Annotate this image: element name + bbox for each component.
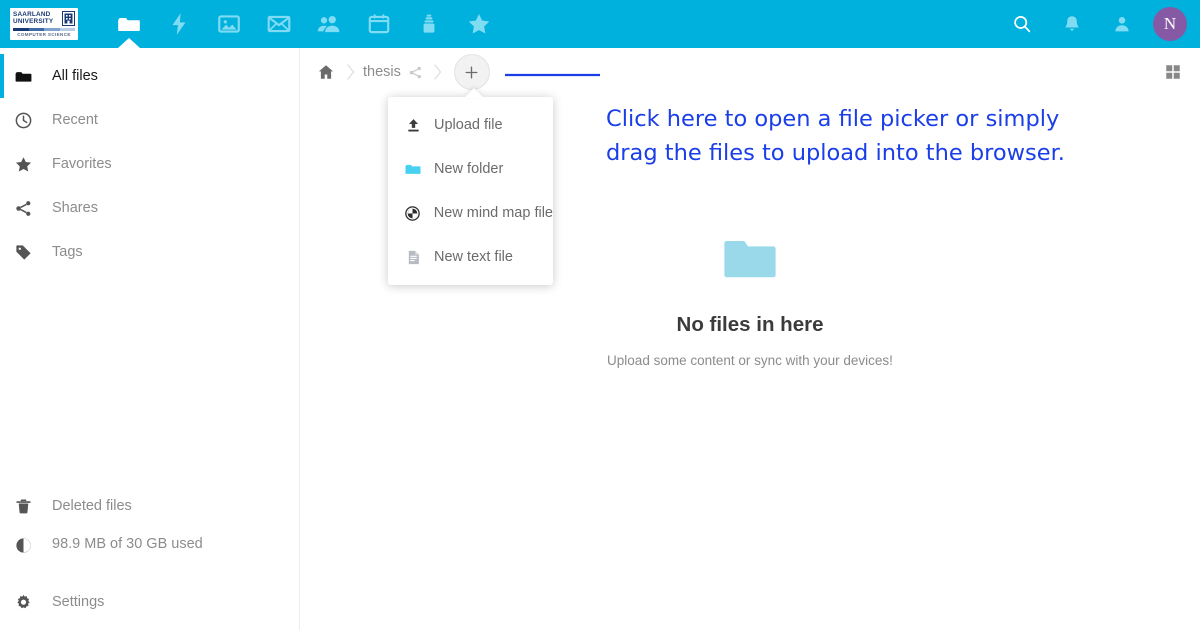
text-file-icon [400, 249, 426, 266]
active-app-indicator [118, 38, 140, 48]
sidebar-item-label: Shares [52, 200, 98, 216]
breadcrumb-share-icon[interactable] [404, 65, 428, 80]
deck-app[interactable] [404, 0, 454, 48]
plus-icon [465, 66, 478, 78]
notifications-button[interactable] [1047, 0, 1097, 48]
sidebar-item-settings[interactable]: Settings [0, 580, 300, 624]
files-app[interactable] [104, 0, 154, 48]
sidebar-item-shares[interactable]: Shares [0, 186, 299, 230]
sidebar-item-label: Favorites [52, 156, 112, 172]
quota-label: 98.9 MB of 30 GB used [52, 536, 203, 552]
app-sidebar: All files Recent Favorites Shares Tags D… [0, 48, 300, 630]
contacts-menu-button[interactable] [1097, 0, 1147, 48]
app-header: SAARLAND UNIVERSITY COMPUTER SCIENCE N [0, 0, 1200, 48]
logo-subtitle: COMPUTER SCIENCE [17, 31, 71, 37]
chevron-right-icon [428, 63, 448, 81]
menu-item-label: Upload file [434, 117, 503, 133]
lightning-bolt-icon [172, 13, 186, 35]
search-button[interactable] [997, 0, 1047, 48]
clock-icon [14, 111, 44, 130]
annotation-text: Click here to open a file picker or simp… [606, 102, 1076, 170]
annotation-line-2: drag the files to upload into the browse… [606, 140, 1065, 166]
header-actions: N [997, 0, 1200, 48]
menu-item-new-mind-map-file[interactable]: New mind map file [388, 191, 553, 235]
logo-color-bars [13, 27, 75, 31]
mail-app[interactable] [254, 0, 304, 48]
grid-view-toggle[interactable] [1158, 57, 1188, 87]
search-icon [1014, 15, 1031, 33]
menu-item-new-folder[interactable]: New folder [388, 147, 553, 191]
contacts-app[interactable] [304, 0, 354, 48]
breadcrumb: thesis [312, 63, 448, 81]
main-content: thesis Upload file New folder New mind m… [300, 48, 1200, 630]
sidebar-item-label: Recent [52, 112, 98, 128]
nextcloud-files-page: SAARLAND UNIVERSITY COMPUTER SCIENCE N A… [0, 0, 1200, 630]
annotation-line-1: Click here to open a file picker or simp… [606, 106, 1060, 132]
chevron-right-icon [340, 63, 360, 81]
files-controls-bar: thesis [300, 48, 1200, 96]
photos-app[interactable] [204, 0, 254, 48]
people-icon [317, 15, 340, 33]
upload-icon [400, 117, 426, 134]
menu-item-label: New text file [434, 249, 513, 265]
sidebar-item-label: Tags [52, 244, 83, 260]
breadcrumb-item-thesis[interactable]: thesis [360, 64, 404, 80]
sidebar-item-tags[interactable]: Tags [0, 230, 299, 274]
folder-icon [400, 160, 426, 178]
folder-icon [118, 18, 140, 32]
image-icon [218, 15, 240, 33]
sidebar-quota[interactable]: 98.9 MB of 30 GB used [0, 528, 300, 580]
logo-line-2: UNIVERSITY [13, 17, 54, 25]
menu-item-label: New mind map file [433, 205, 553, 221]
sidebar-item-favorites[interactable]: Favorites [0, 142, 299, 186]
bell-icon [1065, 16, 1079, 31]
envelope-icon [267, 15, 291, 33]
home-icon [318, 65, 334, 79]
sidebar-item-all-files[interactable]: All files [0, 54, 299, 98]
grid-view-icon [1166, 65, 1180, 79]
favorites-app[interactable] [454, 0, 504, 48]
sidebar-item-label: All files [52, 68, 98, 84]
university-crest-icon [62, 11, 75, 27]
star-icon [14, 155, 44, 174]
folder-icon [14, 67, 44, 86]
contact-person-icon [1115, 17, 1129, 32]
sidebar-secondary-nav: Deleted files 98.9 MB of 30 GB used Sett… [0, 484, 300, 630]
tag-icon [14, 243, 44, 262]
breadcrumb-home-button[interactable] [312, 63, 340, 81]
gear-icon [14, 593, 44, 612]
menu-item-new-text-file[interactable]: New text file [388, 235, 553, 279]
calendar-icon [368, 14, 390, 34]
pie-chart-icon [14, 536, 44, 555]
new-button[interactable] [453, 54, 490, 90]
empty-state-subtitle: Upload some content or sync with your de… [607, 353, 893, 368]
sidebar-primary-nav: All files Recent Favorites Shares Tags [0, 48, 299, 274]
menu-item-label: New folder [434, 161, 504, 177]
empty-state-title: No files in here [676, 313, 824, 336]
trash-icon [14, 497, 44, 516]
mind-map-globe-icon [400, 205, 426, 222]
sidebar-item-label: Deleted files [52, 498, 132, 514]
sidebar-item-recent[interactable]: Recent [0, 98, 299, 142]
avatar[interactable]: N [1153, 7, 1187, 41]
star-icon [468, 14, 490, 34]
activity-app[interactable] [154, 0, 204, 48]
empty-folder-icon [719, 228, 781, 291]
menu-item-upload-file[interactable]: Upload file [388, 103, 553, 147]
app-navigation [104, 0, 504, 48]
share-icon [14, 199, 44, 218]
saarland-university-logo[interactable]: SAARLAND UNIVERSITY COMPUTER SCIENCE [10, 8, 78, 40]
sidebar-item-label: Settings [52, 594, 105, 610]
sidebar-item-deleted-files[interactable]: Deleted files [0, 484, 300, 528]
deck-stack-icon [423, 14, 435, 33]
calendar-app[interactable] [354, 0, 404, 48]
new-file-menu: Upload file New folder New mind map file… [388, 97, 553, 285]
